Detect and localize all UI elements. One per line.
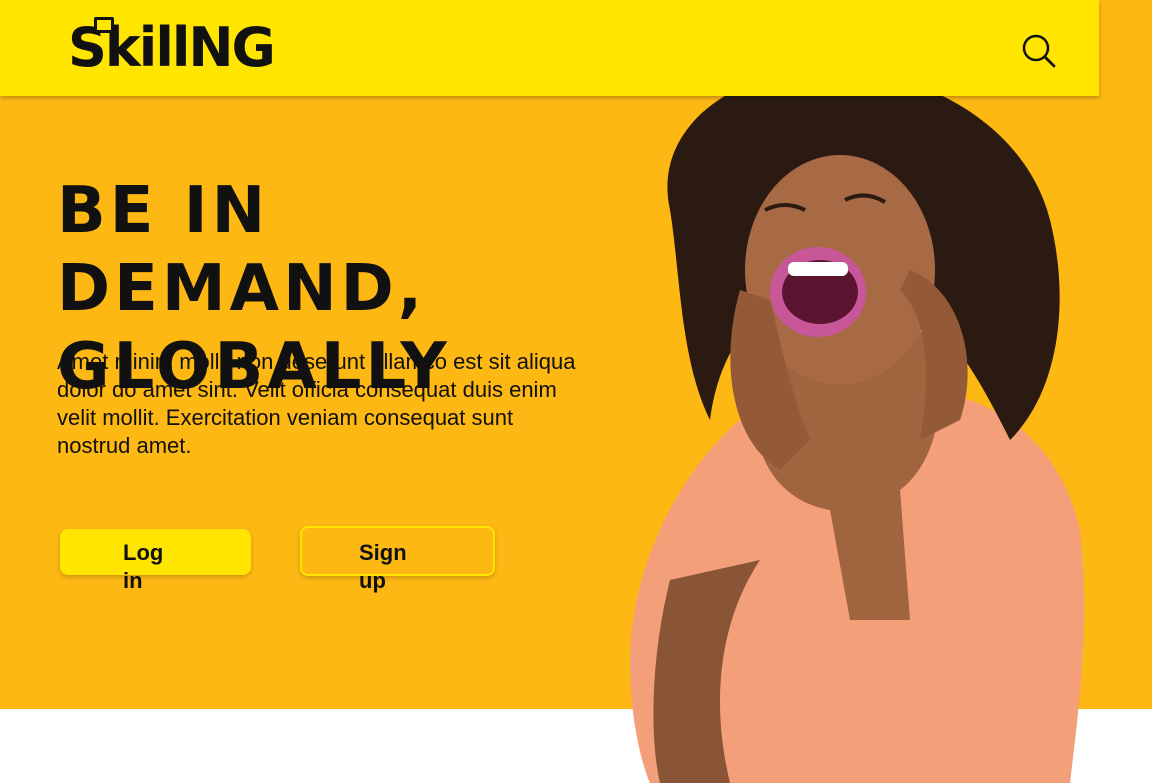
search-button[interactable] <box>1020 32 1058 70</box>
search-icon <box>1022 34 1056 68</box>
plug-icon <box>94 17 114 33</box>
site-logo[interactable]: SkillNG <box>68 16 276 80</box>
signup-button-label: Sign up <box>359 540 407 593</box>
login-button[interactable]: Log in <box>60 529 251 593</box>
hero-person-image <box>630 68 1085 783</box>
hero-description: Amet minim mollit non deserunt ullamco e… <box>57 349 576 458</box>
login-button-label: Log in <box>123 540 164 593</box>
signup-button[interactable]: Sign up <box>300 526 495 593</box>
top-header: SkillNG <box>0 0 1099 96</box>
